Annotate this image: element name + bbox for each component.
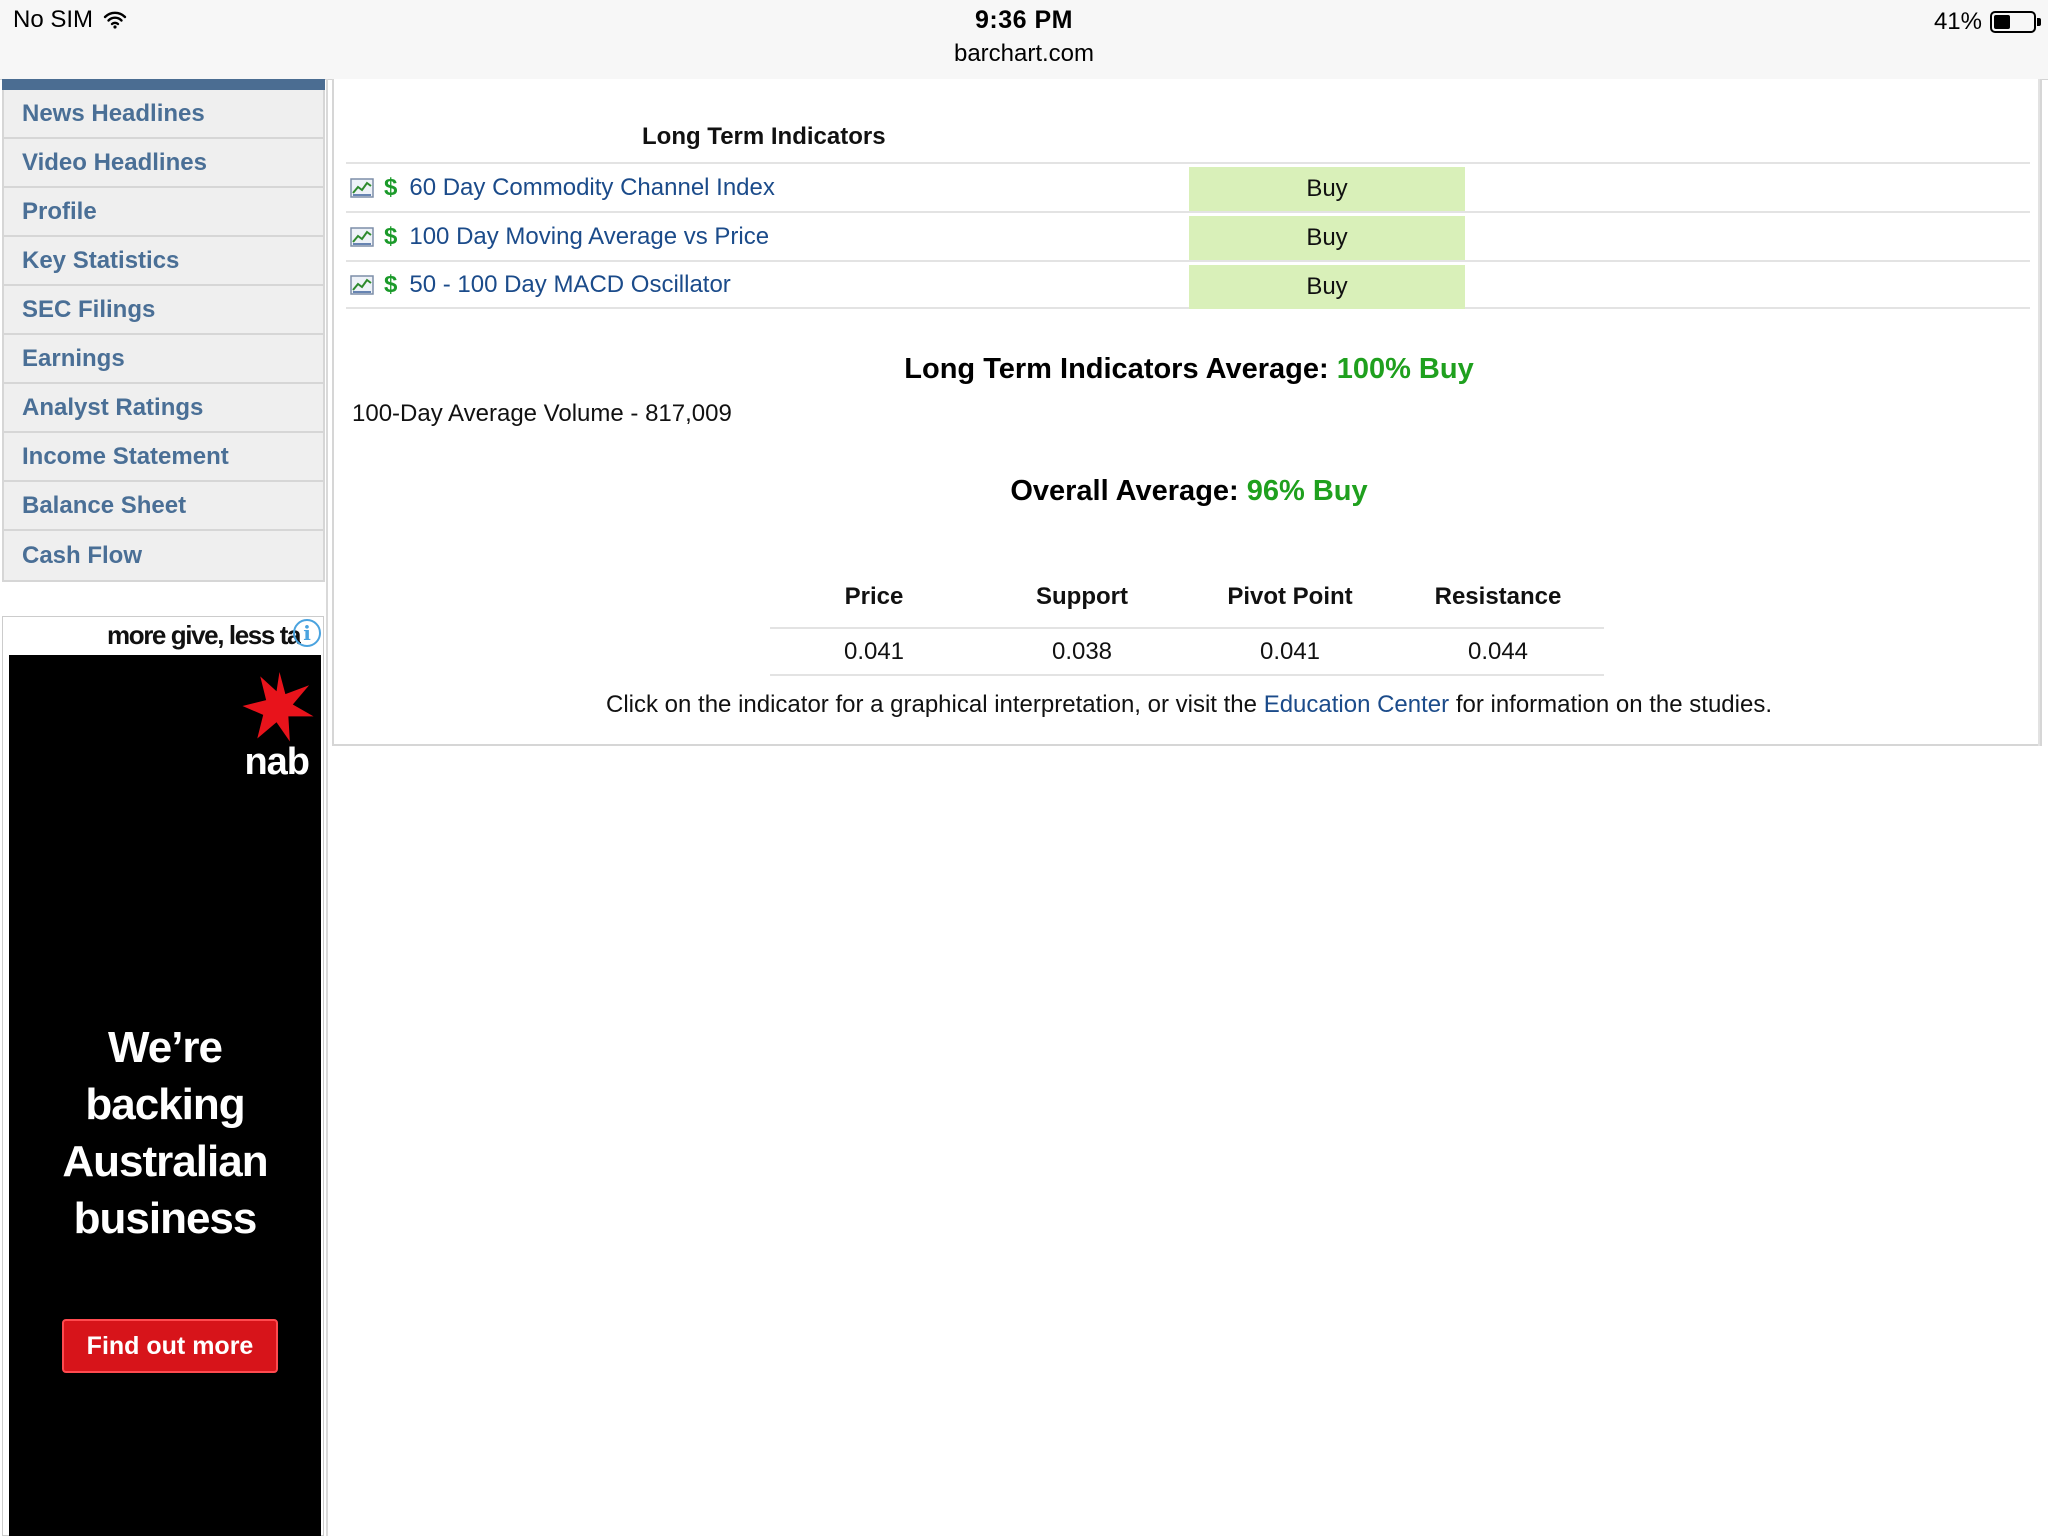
footnote: Click on the indicator for a graphical i… [334,691,2044,719]
address-bar-url[interactable]: barchart.com [0,40,2048,68]
sidebar-item-earnings[interactable]: Earnings [4,335,323,384]
pivot-table-row: 0.041 0.038 0.041 0.044 [770,627,1604,676]
education-center-link[interactable]: Education Center [1264,691,1449,718]
long-term-average: Long Term Indicators Average: 100% Buy [334,353,2044,386]
dollar-icon[interactable]: $ [384,223,397,251]
sidebar: News Headlines Video Headlines Profile K… [0,79,327,582]
footnote-text-before: Click on the indicator for a graphical i… [606,691,1258,718]
long-term-average-value: 100% Buy [1336,353,1474,385]
ad-brand-name: nab [244,741,310,783]
average-volume: 100-Day Average Volume - 817,009 [352,400,732,427]
status-bar: No SIM 9:36 PM barchart.com 41% [0,0,2048,80]
pivot-value-price: 0.041 [843,638,905,665]
indicator-table: $ 60 Day Commodity Channel Index Buy $ 1… [346,162,2030,309]
ad-headline-line: business [73,1194,258,1243]
pivot-header-resistance: Resistance [1434,583,1562,610]
pivot-value-pivot-point: 0.041 [1259,638,1321,665]
ad-info-icon[interactable]: i [293,619,321,647]
ad-headline-line: Australian [62,1137,268,1186]
advertisement[interactable]: more give, less ta i nab We’re backing A… [2,616,324,1536]
footnote-text-after: for information on the studies. [1455,691,1772,718]
indicator-signal: Buy [1189,216,1465,260]
sidebar-item-income-statement[interactable]: Income Statement [4,433,323,482]
battery-percent: 41% [1933,8,1982,35]
chart-icon[interactable] [350,177,374,198]
chart-icon[interactable] [350,274,374,295]
indicator-signal: Buy [1189,167,1465,211]
long-term-average-label: Long Term Indicators Average: [904,353,1329,385]
ad-tagline: more give, less ta [107,620,301,650]
clock: 9:36 PM [975,6,1073,34]
sidebar-item-balance-sheet[interactable]: Balance Sheet [4,482,323,531]
sidebar-item-news-headlines[interactable]: News Headlines [4,90,323,139]
chart-icon[interactable] [350,226,374,247]
indicator-row: $ 60 Day Commodity Channel Index Buy [346,162,2030,211]
indicator-link[interactable]: 100 Day Moving Average vs Price [409,223,769,251]
overall-average-label: Overall Average: [1010,475,1239,507]
sidebar-header-bar [2,79,325,90]
sidebar-nav: News Headlines Video Headlines Profile K… [2,90,325,582]
sidebar-item-profile[interactable]: Profile [4,188,323,237]
sidebar-divider [326,79,328,1536]
indicator-link[interactable]: 60 Day Commodity Channel Index [409,174,775,202]
sidebar-item-video-headlines[interactable]: Video Headlines [4,139,323,188]
battery-status: 41% [1933,8,2041,36]
indicator-row: $ 50 - 100 Day MACD Oscillator Buy [346,260,2030,309]
ad-headline: We’re backing Australian business [9,1019,321,1247]
indicator-row: $ 100 Day Moving Average vs Price Buy [346,211,2030,260]
nab-star-logo-icon [242,671,314,742]
pivot-value-support: 0.038 [1051,638,1113,665]
long-term-indicators-title: Long Term Indicators [642,123,886,150]
battery-level [1994,15,2010,29]
ad-banner[interactable]: nab We’re backing Australian business Fi… [9,655,321,1536]
pivot-value-resistance: 0.044 [1467,638,1529,665]
pivot-table-header: Price Support Pivot Point Resistance [770,572,1604,621]
battery-icon [1990,11,2041,33]
ad-find-out-more-button[interactable]: Find out more [62,1319,278,1373]
pivot-header-pivot-point: Pivot Point [1227,583,1353,610]
main-panel: Long Term Indicators $ 60 Day Commodity … [332,79,2042,746]
indicator-signal: Buy [1189,265,1465,309]
ad-headline-line: We’re [107,1023,223,1072]
pivot-header-price: Price [844,583,904,610]
indicator-link[interactable]: 50 - 100 Day MACD Oscillator [409,271,730,299]
overall-average: Overall Average: 96% Buy [334,475,2044,508]
sidebar-item-key-statistics[interactable]: Key Statistics [4,237,323,286]
dollar-icon[interactable]: $ [384,174,397,202]
sidebar-item-sec-filings[interactable]: SEC Filings [4,286,323,335]
sidebar-item-cash-flow[interactable]: Cash Flow [4,531,323,580]
sidebar-item-analyst-ratings[interactable]: Analyst Ratings [4,384,323,433]
ad-headline-line: backing [85,1080,245,1129]
overall-average-value: 96% Buy [1246,475,1368,507]
dollar-icon[interactable]: $ [384,271,397,299]
pivot-header-support: Support [1036,583,1128,610]
scroll-edge [2038,79,2040,746]
